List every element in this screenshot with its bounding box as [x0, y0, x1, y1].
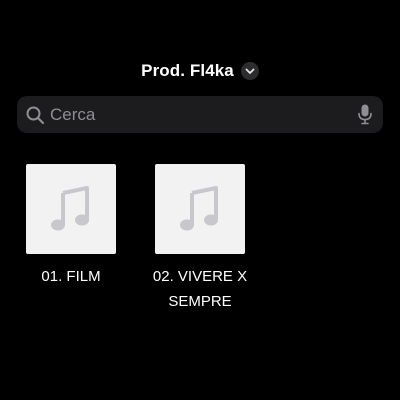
music-note-icon [51, 186, 89, 231]
title-menu-button[interactable] [240, 62, 259, 80]
microphone-icon[interactable] [358, 104, 372, 125]
search-icon [26, 106, 45, 125]
page-title: Prod. Fl4ka [141, 61, 234, 80]
song-title[interactable]: 02. VIVERE X SEMPRE [142, 264, 258, 314]
search-input[interactable] [50, 96, 340, 133]
music-note-icon [180, 186, 218, 231]
song-artwork[interactable] [26, 164, 116, 254]
search-bar[interactable] [17, 96, 383, 133]
song-item[interactable]: 02. VIVERE X SEMPRE [142, 164, 258, 314]
song-artwork[interactable] [155, 164, 245, 254]
song-item[interactable]: 01. FILM [13, 164, 129, 289]
header: Prod. Fl4ka [0, 58, 400, 84]
song-title[interactable]: 01. FILM [13, 264, 129, 289]
chevron-down-icon [245, 68, 255, 74]
